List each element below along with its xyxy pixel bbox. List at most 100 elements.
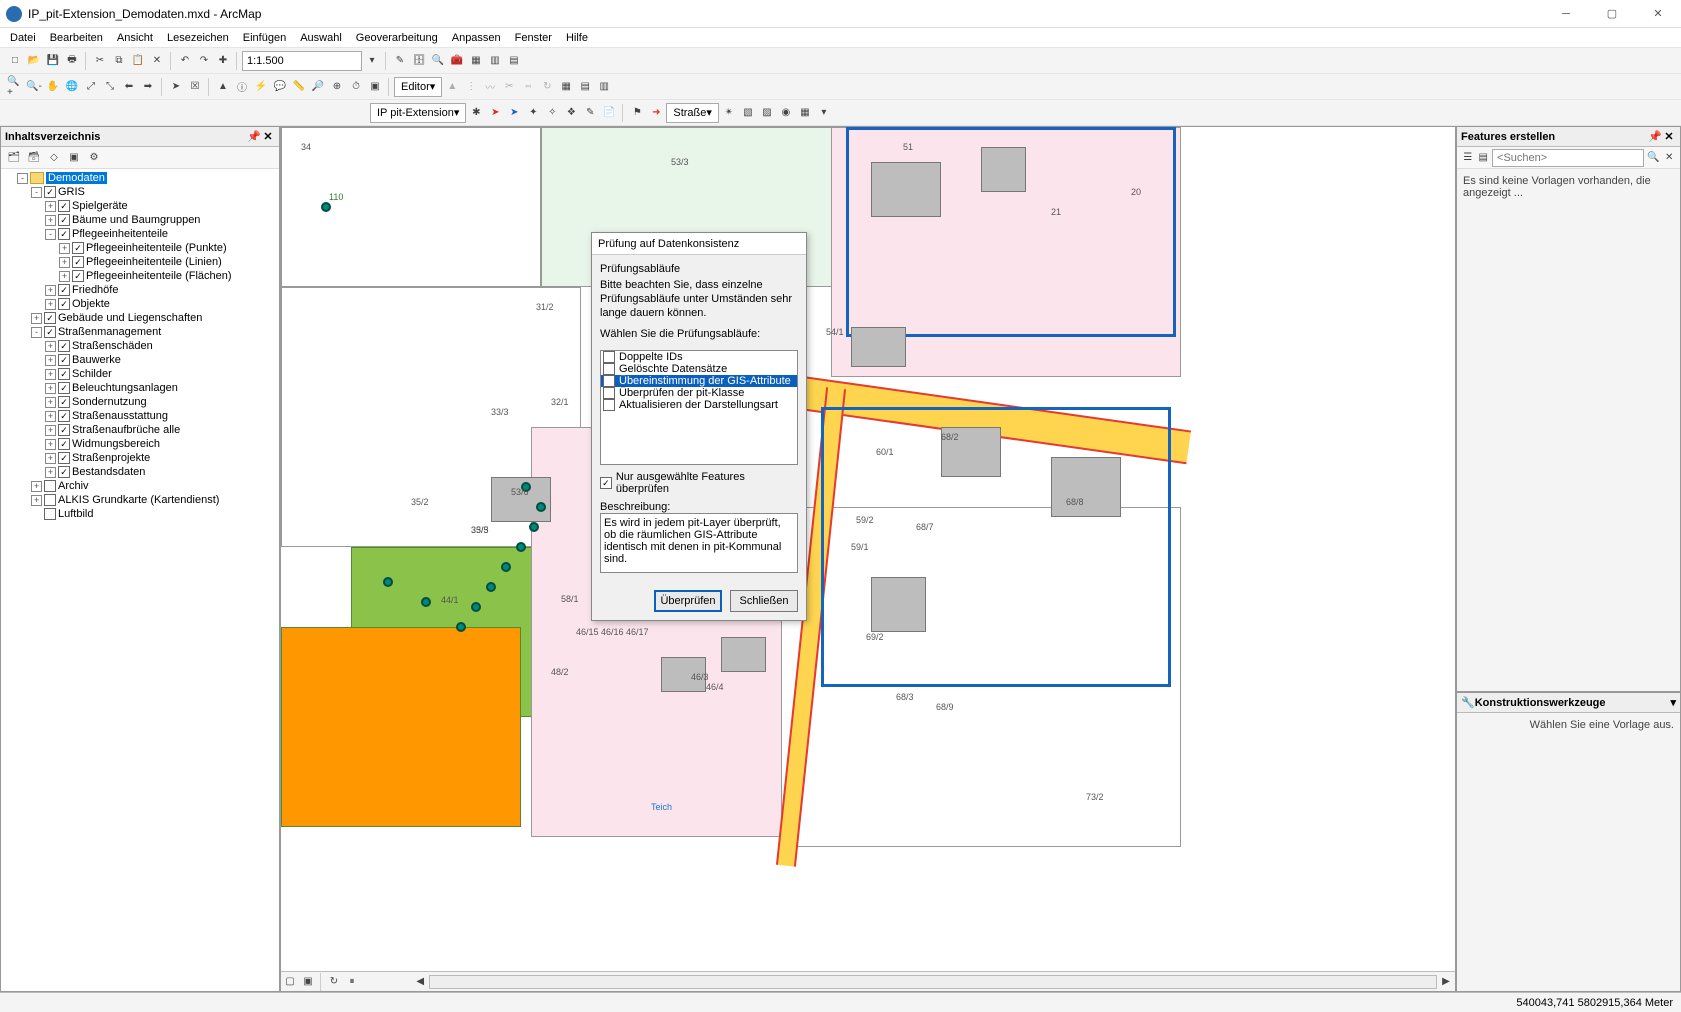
print-icon[interactable]: 🖶 [63, 52, 81, 70]
minimize-button[interactable]: ─ [1543, 0, 1589, 27]
sketch-props-icon[interactable]: ▤ [576, 78, 594, 96]
data-view-icon[interactable]: ▢ [281, 973, 299, 991]
pit-note-icon[interactable]: 📄 [600, 104, 618, 122]
checkbox[interactable] [603, 351, 615, 363]
pit-flag-icon[interactable]: ⚑ [628, 104, 646, 122]
redo-icon[interactable]: ↷ [195, 52, 213, 70]
pause-icon[interactable]: ⏸ [343, 973, 361, 991]
clear-selection-icon[interactable]: ☒ [186, 78, 204, 96]
menu-ansicht[interactable]: Ansicht [117, 32, 153, 44]
viewer-icon[interactable]: ▣ [366, 78, 384, 96]
fixed-zoom-in-icon[interactable]: ⤢ [82, 78, 100, 96]
tree-item[interactable]: Schilder [72, 368, 112, 380]
hyperlink-icon[interactable]: ⚡ [252, 78, 270, 96]
pit-tool-1-icon[interactable]: ✱ [467, 104, 485, 122]
list-by-selection-icon[interactable]: ▣ [65, 149, 83, 167]
open-icon[interactable]: 📂 [25, 52, 43, 70]
checkbox[interactable]: ✓ [603, 375, 615, 387]
refresh-icon[interactable]: ↻ [325, 973, 343, 991]
attributes-icon[interactable]: ▦ [557, 78, 575, 96]
undo-icon[interactable]: ↶ [176, 52, 194, 70]
tree-item[interactable]: Pflegeeinheitenteile (Flächen) [86, 270, 232, 282]
check-list[interactable]: Doppelte IDs Gelöschte Datensätze ✓ Übere… [600, 350, 798, 465]
tree-item[interactable]: Bauwerke [72, 354, 121, 366]
list-by-source-icon[interactable]: 🗃 [25, 149, 43, 167]
cut-poly-icon[interactable]: ✂ [500, 78, 518, 96]
search-icon[interactable]: 🔍 [1646, 149, 1660, 167]
cut-icon[interactable]: ✂ [91, 52, 109, 70]
pit-road-4-icon[interactable]: ◉ [777, 104, 795, 122]
pit-extension-dropdown[interactable]: IP pit-Extension ▾ [370, 103, 466, 123]
pit-arrow-icon[interactable]: ➜ [647, 104, 665, 122]
list-by-visibility-icon[interactable]: ◇ [45, 149, 63, 167]
menu-bearbeiten[interactable]: Bearbeiten [50, 32, 103, 44]
python-icon[interactable]: ▦ [467, 52, 485, 70]
toolbox-icon[interactable]: 🧰 [448, 52, 466, 70]
fixed-zoom-out-icon[interactable]: ⤡ [101, 78, 119, 96]
pit-tool-6-icon[interactable]: ❖ [562, 104, 580, 122]
list-item[interactable]: Aktualisieren der Darstellungsart [619, 399, 778, 411]
list-item[interactable]: Doppelte IDs [619, 351, 683, 363]
expand-icon[interactable]: ▾ [1670, 696, 1676, 709]
list-item[interactable]: Gelöschte Datensätze [619, 363, 727, 375]
editor-toolbar-icon[interactable]: ✎ [391, 52, 409, 70]
tree-item[interactable]: Archiv [58, 480, 89, 492]
clear-icon[interactable]: ✕ [1662, 149, 1676, 167]
new-icon[interactable]: □ [6, 52, 24, 70]
pit-tool-5-icon[interactable]: ✧ [543, 104, 561, 122]
search-icon[interactable]: 🔍 [429, 52, 447, 70]
strasse-dropdown[interactable]: Straße ▾ [666, 103, 719, 123]
tree-item[interactable]: ALKIS Grundkarte (Kartendienst) [58, 494, 219, 506]
list-item[interactable]: Übereinstimmung der GIS-Attribute [619, 375, 791, 387]
editor-dropdown[interactable]: Editor ▾ [394, 77, 442, 97]
menu-anpassen[interactable]: Anpassen [452, 32, 501, 44]
modelbuilder-icon[interactable]: ▥ [486, 52, 504, 70]
scroll-left-icon[interactable]: ◀ [411, 973, 429, 991]
maximize-button[interactable]: ▢ [1589, 0, 1635, 27]
layout-view-icon[interactable]: ▣ [299, 973, 317, 991]
chevron-down-icon[interactable]: ▾ [363, 52, 381, 70]
zoom-out-icon[interactable]: 🔍- [25, 78, 43, 96]
tree-item[interactable]: Friedhöfe [72, 284, 118, 296]
only-selected-checkbox[interactable]: ✓ [600, 477, 612, 489]
delete-icon[interactable]: ✕ [148, 52, 166, 70]
checkbox[interactable] [603, 399, 615, 411]
rotate-icon[interactable]: ↻ [538, 78, 556, 96]
tree-item[interactable]: Pflegeeinheitenteile (Linien) [86, 256, 222, 268]
menu-fenster[interactable]: Fenster [515, 32, 552, 44]
checkbox[interactable] [603, 363, 615, 375]
tree-item[interactable]: Straßenmanagement [58, 326, 161, 338]
tree-item[interactable]: Bäume und Baumgruppen [72, 214, 200, 226]
list-item[interactable]: Überprüfen der pit-Klasse [619, 387, 744, 399]
pit-road-5-icon[interactable]: ▦ [796, 104, 814, 122]
find-icon[interactable]: 🔎 [309, 78, 327, 96]
map-canvas[interactable]: 34 53/3 51 21 20 33/3 32/1 31/2 33/5 54/… [281, 127, 1455, 971]
list-by-drawing-icon[interactable]: 🗂 [5, 149, 23, 167]
close-icon[interactable]: ✕ [261, 130, 275, 143]
close-icon[interactable]: ✕ [1662, 130, 1676, 143]
tree-item[interactable]: Luftbild [58, 508, 93, 520]
pointer-icon[interactable]: ▲ [214, 78, 232, 96]
create-features-icon[interactable]: ▥ [595, 78, 613, 96]
prev-extent-icon[interactable]: ⬅ [120, 78, 138, 96]
next-extent-icon[interactable]: ➡ [139, 78, 157, 96]
add-data-icon[interactable]: ✚ [214, 52, 232, 70]
edit-tool-icon[interactable]: ▲ [443, 78, 461, 96]
pin-icon[interactable]: 📌 [1648, 130, 1662, 143]
time-slider-icon[interactable]: ⏱ [347, 78, 365, 96]
edit-vertices-icon[interactable]: ⋮ [462, 78, 480, 96]
select-icon[interactable]: ➤ [167, 78, 185, 96]
tree-item[interactable]: GRIS [58, 186, 85, 198]
tree-item[interactable]: Pflegeeinheitenteile (Punkte) [86, 242, 227, 254]
description-textarea[interactable]: Es wird in jedem pit-Layer überprüft, ob… [600, 513, 798, 573]
scale-combo[interactable] [242, 51, 362, 71]
horizontal-scrollbar[interactable] [429, 975, 1437, 989]
copy-icon[interactable]: ⧉ [110, 52, 128, 70]
pit-road-1-icon[interactable]: ✴ [720, 104, 738, 122]
xy-icon[interactable]: ⊕ [328, 78, 346, 96]
pan-icon[interactable]: ✋ [44, 78, 62, 96]
measure-icon[interactable]: 📏 [290, 78, 308, 96]
pit-tool-4-icon[interactable]: ✦ [524, 104, 542, 122]
tree-item[interactable]: Spielgeräte [72, 200, 128, 212]
tree-item[interactable]: Straßenschäden [72, 340, 153, 352]
